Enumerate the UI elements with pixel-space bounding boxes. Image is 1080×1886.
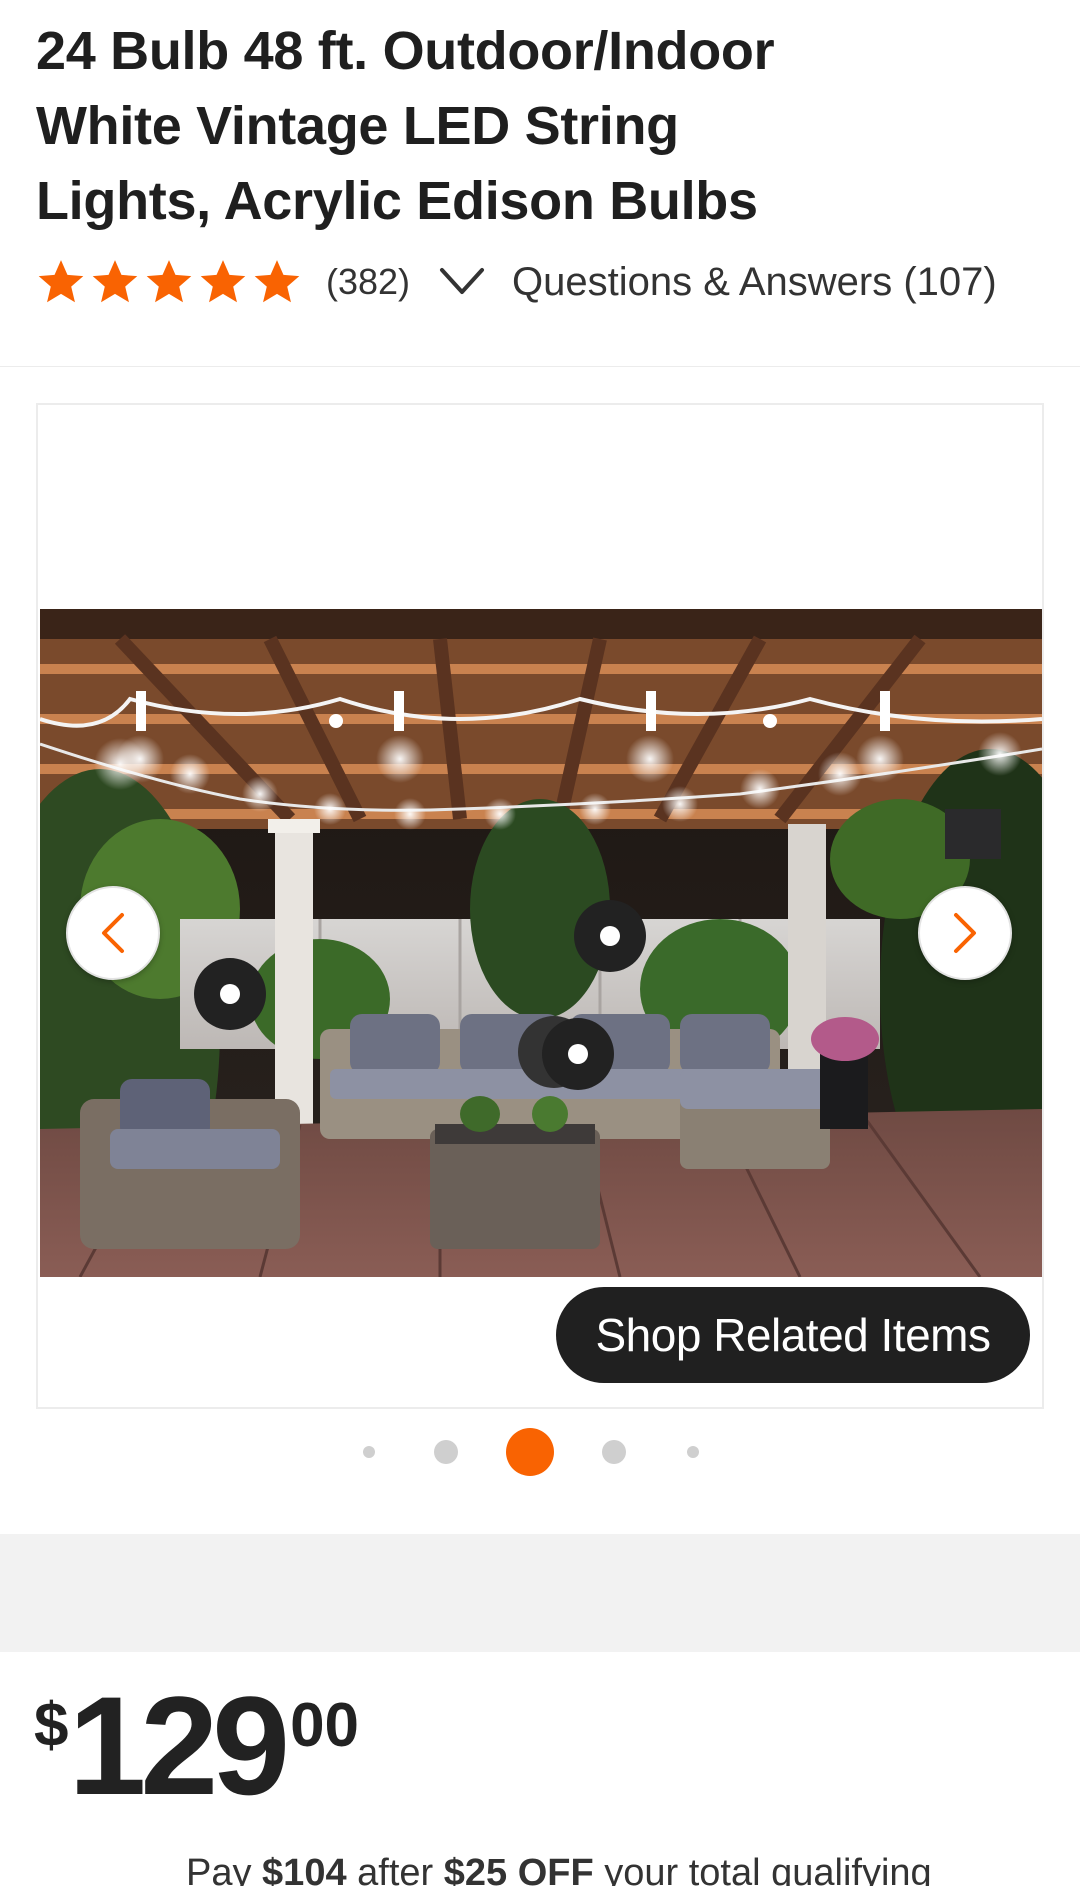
hotspot-dot	[568, 1044, 588, 1064]
questions-answers-link[interactable]: Questions & Answers (107)	[512, 260, 997, 305]
pagination-dot[interactable]	[363, 1446, 375, 1458]
product-title-line-3: Lights, Acrylic Edison Bulbs	[36, 171, 758, 231]
section-divider	[0, 1534, 1080, 1652]
price-cents: 00	[290, 1691, 360, 1760]
promo-prefix: Pay	[186, 1852, 263, 1886]
gallery-next-button[interactable]	[918, 886, 1012, 980]
pagination-dot-active[interactable]	[506, 1428, 554, 1476]
gallery-image-frame	[36, 403, 1044, 1409]
star-icon	[254, 260, 300, 303]
promo-suffix: your total qualifying	[593, 1852, 932, 1886]
pagination-dot[interactable]	[602, 1440, 626, 1464]
promo-mid: after	[346, 1852, 444, 1886]
promo-discount: $25 OFF	[443, 1852, 594, 1886]
promo-text[interactable]: Pay $104 after $25 OFF your total qualif…	[186, 1852, 932, 1886]
star-icon	[92, 260, 138, 303]
star-icon	[200, 260, 246, 303]
chevron-left-icon	[102, 913, 124, 953]
star-icon	[146, 260, 192, 303]
product-hotspot[interactable]	[194, 958, 266, 1030]
chevron-right-icon	[954, 913, 976, 953]
product-title-block: 24 Bulb 48 ft. Outdoor/Indoor White Vint…	[36, 14, 1036, 239]
gallery-prev-button[interactable]	[66, 886, 160, 980]
hotspot-dot	[220, 984, 240, 1004]
star-rating[interactable]	[36, 257, 302, 307]
product-title-line-2: White Vintage LED String	[36, 96, 679, 156]
product-hotspot[interactable]	[574, 900, 646, 972]
price-whole: 129	[68, 1667, 290, 1824]
rating-row: (382) Questions & Answers (107)	[36, 252, 997, 312]
pagination-dot[interactable]	[687, 1446, 699, 1458]
photo-illustration	[40, 609, 1042, 1277]
product-hotspot[interactable]	[542, 1018, 614, 1090]
patio-string-lights-photo[interactable]	[40, 609, 1042, 1277]
image-gallery: Shop Related Items	[0, 366, 1080, 1532]
price-currency: $	[34, 1691, 69, 1760]
chevron-down-icon[interactable]	[438, 262, 486, 302]
pagination-dot[interactable]	[434, 1440, 458, 1464]
shop-related-items-button[interactable]: Shop Related Items	[556, 1287, 1030, 1383]
star-icon	[38, 260, 84, 303]
promo-amount: $104	[262, 1852, 347, 1886]
product-title: 24 Bulb 48 ft. Outdoor/Indoor White Vint…	[36, 14, 1036, 239]
gallery-pagination	[0, 1427, 1080, 1477]
review-count[interactable]: (382)	[326, 261, 410, 303]
product-title-line-1: 24 Bulb 48 ft. Outdoor/Indoor	[36, 21, 775, 81]
hotspot-dot	[600, 926, 620, 946]
product-price: $ 129 00	[34, 1676, 360, 1816]
